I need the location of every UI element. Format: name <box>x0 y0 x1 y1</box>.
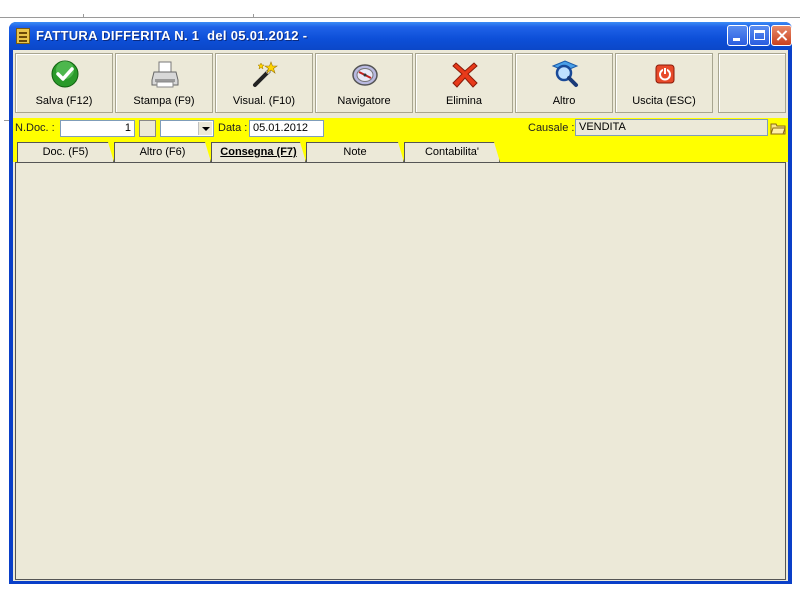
delete-button[interactable]: Elimina <box>415 53 513 113</box>
causale-input[interactable]: VENDITA <box>575 119 768 136</box>
tab-panel-consegna <box>15 162 786 580</box>
document-header-bar: N.Doc. : 1 Data : 05.01.2012 Causale : V… <box>13 118 788 139</box>
minimize-button[interactable] <box>727 25 748 46</box>
background-divider <box>0 17 800 18</box>
date-label: Data : <box>218 122 248 134</box>
tab-strip: Doc. (F5) Altro (F6) Consegna (F7) Note … <box>13 139 788 162</box>
search-icon <box>551 60 579 87</box>
navigator-button[interactable]: Navigatore <box>315 53 413 113</box>
more-button[interactable]: Altro <box>515 53 613 113</box>
invoice-window: FATTURA DIFFERITA N. 1 del 05.01.2012 - … <box>9 22 792 584</box>
ndoc-label: N.Doc. : <box>15 122 55 134</box>
toolbar-spacer <box>718 53 786 113</box>
folder-icon[interactable] <box>770 120 786 136</box>
delete-x-icon <box>452 62 478 88</box>
maximize-button[interactable] <box>749 25 770 46</box>
preview-button[interactable]: Visual. (F10) <box>215 53 313 113</box>
navigator-button-label: Navigatore <box>337 95 391 107</box>
printer-icon <box>151 61 179 88</box>
power-icon <box>655 64 675 84</box>
check-icon <box>51 60 79 88</box>
close-button[interactable] <box>771 25 792 46</box>
tab-doc[interactable]: Doc. (F5) <box>17 142 114 162</box>
series-dropdown[interactable] <box>160 120 214 137</box>
date-input[interactable]: 05.01.2012 <box>249 120 324 137</box>
ndoc-input[interactable]: 1 <box>60 120 135 137</box>
window-titlebar[interactable]: FATTURA DIFFERITA N. 1 del 05.01.2012 - <box>9 22 792 50</box>
window-client-area: Salva (F12) Stampa (F9) Visual. (F10) Na… <box>13 50 788 581</box>
save-button[interactable]: Salva (F12) <box>15 53 113 113</box>
exit-button[interactable]: Uscita (ESC) <box>615 53 713 113</box>
window-title: FATTURA DIFFERITA N. 1 del 05.01.2012 - <box>36 28 308 43</box>
toolbar: Salva (F12) Stampa (F9) Visual. (F10) Na… <box>13 50 788 116</box>
print-button[interactable]: Stampa (F9) <box>115 53 213 113</box>
tab-note[interactable]: Note <box>306 142 404 162</box>
tab-contabilita[interactable]: Contabilita' <box>404 142 500 162</box>
background-divider <box>83 14 84 18</box>
preview-button-label: Visual. (F10) <box>232 95 296 107</box>
background-divider <box>253 14 254 18</box>
exit-button-label: Uscita (ESC) <box>632 95 696 107</box>
ndoc-lookup-button[interactable] <box>139 120 156 137</box>
tab-consegna[interactable]: Consegna (F7) <box>211 142 306 162</box>
save-button-label: Salva (F12) <box>35 95 93 107</box>
chevron-down-icon[interactable] <box>198 122 212 135</box>
compass-icon <box>352 64 378 86</box>
document-icon <box>16 28 30 44</box>
causale-label: Causale : <box>528 122 575 134</box>
tab-altro[interactable]: Altro (F6) <box>114 142 211 162</box>
more-button-label: Altro <box>552 95 576 107</box>
magic-wand-icon <box>253 61 278 87</box>
delete-button-label: Elimina <box>445 95 483 107</box>
print-button-label: Stampa (F9) <box>133 95 195 107</box>
